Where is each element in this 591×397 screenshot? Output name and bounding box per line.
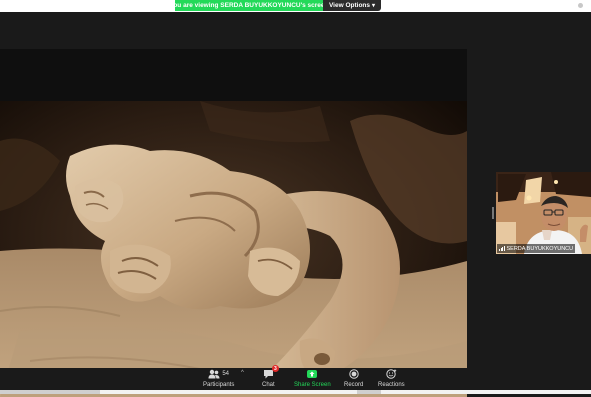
participant-video	[496, 172, 591, 254]
chevron-up-icon[interactable]: ^	[241, 370, 244, 376]
participants-icon	[208, 369, 220, 379]
record-icon-group	[348, 368, 359, 380]
chat-button[interactable]: 3 Chat	[262, 365, 279, 388]
banner-message: You are viewing SERDA BUYUKKOYUNCU's scr…	[169, 0, 329, 11]
share-screen-label: Share Screen	[294, 382, 331, 388]
reactions-button[interactable]: Reactions	[378, 368, 405, 388]
participants-icon-group: 54	[208, 368, 229, 380]
signal-icon	[499, 246, 505, 251]
chat-badge: 3	[271, 365, 279, 372]
chevron-down-icon: ▾	[372, 3, 376, 9]
arrow-up-icon	[309, 371, 315, 377]
participants-button[interactable]: 54 Participants	[203, 368, 234, 388]
panel-resize-handle[interactable]	[492, 207, 494, 219]
bottom-scrollbar[interactable]	[0, 390, 591, 394]
scrollbar-segment	[357, 390, 381, 394]
participant-video-tile[interactable]: SERDA BUYUKKOYUNCU	[496, 172, 591, 254]
participant-name: SERDA BUYUKKOYUNCU	[506, 245, 574, 252]
scrollbar-thumb[interactable]	[0, 390, 100, 394]
participant-name-tag: SERDA BUYUKKOYUNCU	[497, 244, 576, 253]
shared-photo: 26	[0, 101, 467, 397]
view-options-button[interactable]: View Options ▾	[323, 0, 381, 11]
share-icon-group	[307, 368, 318, 380]
smiley-icon	[386, 369, 397, 379]
shared-screen: 26	[0, 49, 467, 397]
stone-sculpture-image: 26	[0, 101, 467, 397]
reactions-label: Reactions	[378, 382, 405, 388]
participants-label: Participants	[203, 382, 235, 388]
record-icon	[348, 369, 359, 379]
screen-share-banner: You are viewing SERDA BUYUKKOYUNCU's scr…	[169, 0, 381, 11]
participants-count: 54	[222, 371, 230, 377]
record-label: Record	[344, 382, 364, 388]
meeting-stage: 26 SERDA BUYUKKOYUNCU	[0, 12, 591, 397]
chat-label: Chat	[262, 382, 275, 388]
view-options-label: View Options	[328, 2, 371, 9]
chat-icon-group: 3	[263, 365, 279, 380]
record-button[interactable]: Record	[344, 368, 363, 388]
meeting-toolbar: 54 Participants ^ 3 Chat Share Screen Re…	[0, 365, 591, 390]
share-screen-button[interactable]: Share Screen	[294, 368, 331, 388]
share-screen-icon	[307, 370, 318, 378]
window-control-icon[interactable]	[578, 3, 583, 8]
reactions-icon-group	[386, 368, 397, 380]
